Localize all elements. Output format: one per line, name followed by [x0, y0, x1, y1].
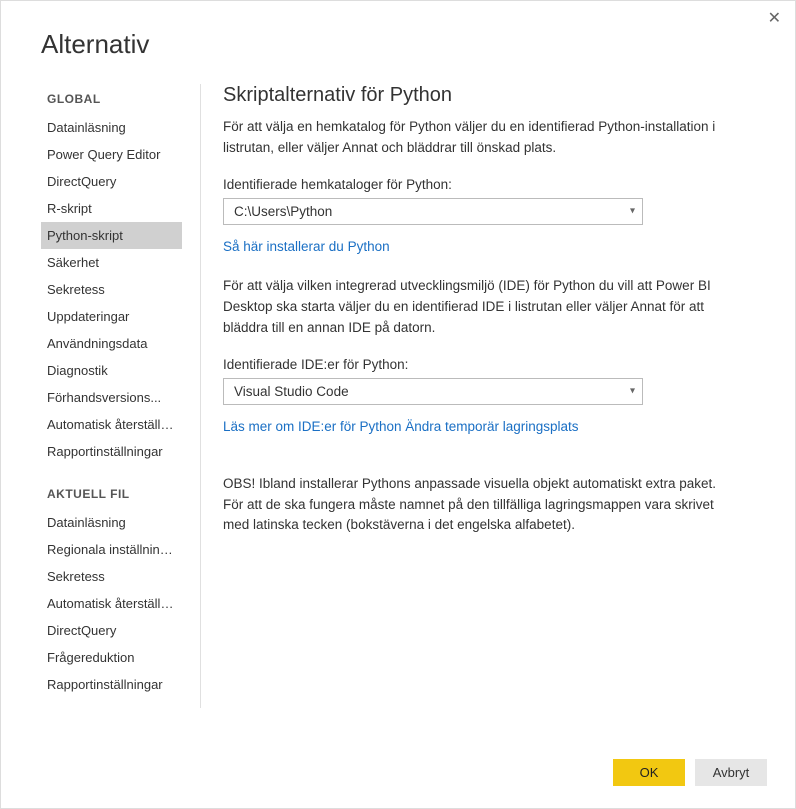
python-ide-label: Identifierade IDE:er för Python: — [223, 357, 721, 372]
sidebar-item[interactable]: Rapportinställningar — [41, 438, 182, 465]
sidebar-item[interactable]: Förhandsversions... — [41, 384, 182, 411]
obs-note: OBS! Ibland installerar Pythons anpassad… — [223, 474, 721, 537]
sidebar-item[interactable]: Användningsdata — [41, 330, 182, 357]
sidebar-item[interactable]: DirectQuery — [41, 617, 182, 644]
intro-text: För att välja en hemkatalog för Python v… — [223, 117, 721, 159]
sidebar: GLOBAL DatainläsningPower Query EditorDi… — [41, 84, 201, 708]
close-icon: ✕ — [768, 10, 781, 27]
ide-intro-text: För att välja vilken integrerad utveckli… — [223, 276, 721, 339]
content-title: Skriptalternativ för Python — [223, 84, 721, 107]
sidebar-item[interactable]: Frågereduktion — [41, 644, 182, 671]
sidebar-item[interactable]: Automatisk återställning — [41, 590, 182, 617]
close-button[interactable]: ✕ — [768, 11, 781, 27]
sidebar-item[interactable]: Säkerhet — [41, 249, 182, 276]
python-home-value: C:\Users\Python — [234, 204, 332, 219]
python-home-label: Identifierade hemkataloger för Python: — [223, 177, 721, 192]
sidebar-item[interactable]: Automatisk återställning — [41, 411, 182, 438]
sidebar-item[interactable]: Rapportinställningar — [41, 671, 182, 698]
dialog-footer: OK Avbryt — [613, 759, 767, 786]
sidebar-item[interactable]: Power Query Editor — [41, 141, 182, 168]
ide-learn-more-link[interactable]: Läs mer om IDE:er för Python — [223, 419, 402, 434]
cancel-button[interactable]: Avbryt — [695, 759, 767, 786]
sidebar-item[interactable]: Regionala inställningar — [41, 536, 182, 563]
sidebar-item[interactable]: R-skript — [41, 195, 182, 222]
python-ide-value: Visual Studio Code — [234, 384, 349, 399]
content-panel: Skriptalternativ för Python För att välj… — [201, 84, 721, 708]
sidebar-item[interactable]: Sekretess — [41, 276, 182, 303]
install-python-link[interactable]: Så här installerar du Python — [223, 239, 390, 254]
sidebar-item[interactable]: Diagnostik — [41, 357, 182, 384]
python-home-select[interactable]: C:\Users\Python — [223, 198, 643, 225]
sidebar-item[interactable]: DirectQuery — [41, 168, 182, 195]
sidebar-item[interactable]: Datainläsning — [41, 509, 182, 536]
python-ide-select[interactable]: Visual Studio Code — [223, 378, 643, 405]
ok-button[interactable]: OK — [613, 759, 685, 786]
sidebar-section-current-file: AKTUELL FIL — [41, 479, 182, 509]
sidebar-item[interactable]: Uppdateringar — [41, 303, 182, 330]
sidebar-section-global: GLOBAL — [41, 84, 182, 114]
sidebar-item[interactable]: Datainläsning — [41, 114, 182, 141]
sidebar-item[interactable]: Python-skript — [41, 222, 182, 249]
change-temp-storage-link[interactable]: Ändra temporär lagringsplats — [405, 419, 578, 434]
sidebar-item[interactable]: Sekretess — [41, 563, 182, 590]
dialog-title: Alternativ — [1, 1, 795, 84]
